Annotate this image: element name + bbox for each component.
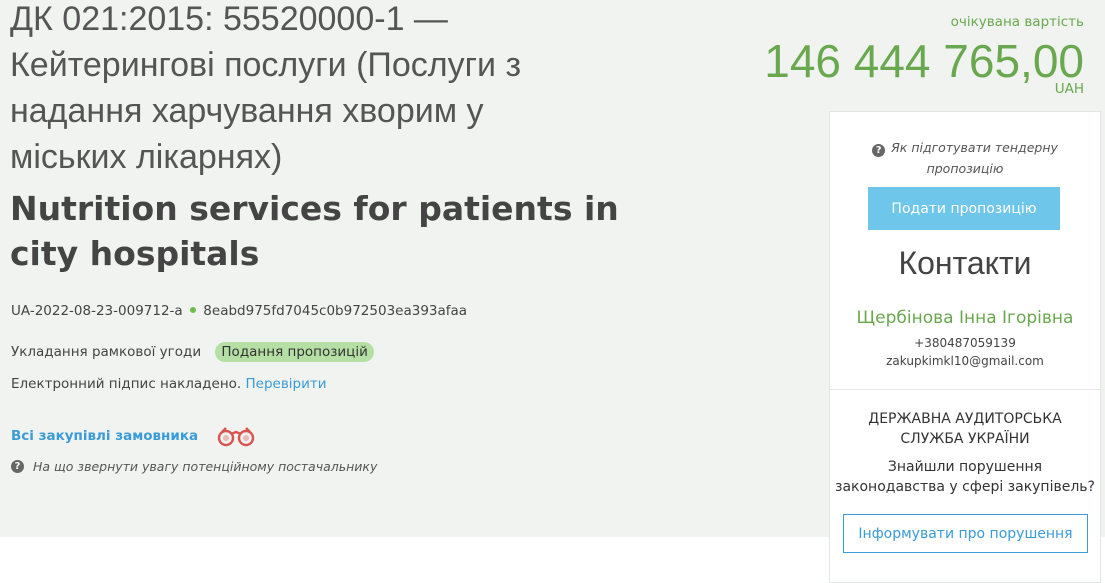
- expected-value-currency: UAH: [1054, 81, 1084, 97]
- how-to-prepare-link[interactable]: ? Як підготувати тендерну пропозицію: [830, 137, 1100, 179]
- binoculars-icon[interactable]: [214, 424, 258, 448]
- audit-service-title: ДЕРЖАВНА АУДИТОРСЬКА СЛУЖБА УКРАЇНИ: [868, 411, 1062, 447]
- supplier-attention-row[interactable]: ? На що звернути увагу потенційному пост…: [11, 459, 377, 474]
- help-icon: ?: [872, 144, 886, 157]
- submit-proposal-button[interactable]: Подати пропозицію: [868, 187, 1060, 230]
- contacts-title: Контакти: [898, 245, 1032, 281]
- audit-question: Знайшли порушення законодавства у сфері …: [835, 459, 1095, 495]
- verify-signature-link[interactable]: Перевірити: [246, 376, 327, 392]
- contact-email: zakupkimkl10@gmail.com: [886, 354, 1044, 368]
- procedure-type: Укладання рамкової угоди: [11, 344, 202, 360]
- tender-hash: 8eabd975fd7045c0b972503ea393afaa: [203, 303, 468, 319]
- help-icon: ?: [11, 460, 24, 473]
- all-purchases-link[interactable]: Всі закупівлі замовника: [11, 428, 198, 444]
- tender-title-ua: ДК 021:2015: 55520000-1 — Кейтерингові п…: [10, 0, 522, 176]
- divider: [830, 389, 1100, 390]
- tender-identifiers: UA-2022-08-23-009712-a 8eabd975fd7045c0b…: [11, 303, 467, 319]
- status-dot-icon: [190, 307, 196, 313]
- tender-id: UA-2022-08-23-009712-a: [11, 303, 183, 319]
- report-violation-button[interactable]: Інформувати про порушення: [843, 514, 1088, 553]
- status-badge: Подання пропозицій: [215, 342, 374, 362]
- contact-name: Щербінова Інна Ігорівна: [856, 308, 1074, 328]
- sidebar-panel: ? Як підготувати тендерну пропозицію Пода…: [829, 111, 1101, 583]
- signature-row: Електронний підпис накладено. Перевірити: [11, 376, 327, 392]
- tender-title-en: Nutrition services for patients in city …: [10, 189, 619, 273]
- signature-text: Електронний підпис накладено.: [11, 376, 242, 392]
- all-purchases-row: Всі закупівлі замовника: [11, 424, 258, 448]
- contact-phone: +380487059139: [914, 336, 1016, 350]
- procedure-row: Укладання рамкової угоди Подання пропози…: [11, 342, 374, 362]
- expected-value-label: очікувана вартість: [950, 14, 1084, 30]
- expected-value-amount: 146 444 765,00: [764, 35, 1084, 87]
- supplier-attention-text: На що звернути увагу потенційному постач…: [33, 459, 378, 474]
